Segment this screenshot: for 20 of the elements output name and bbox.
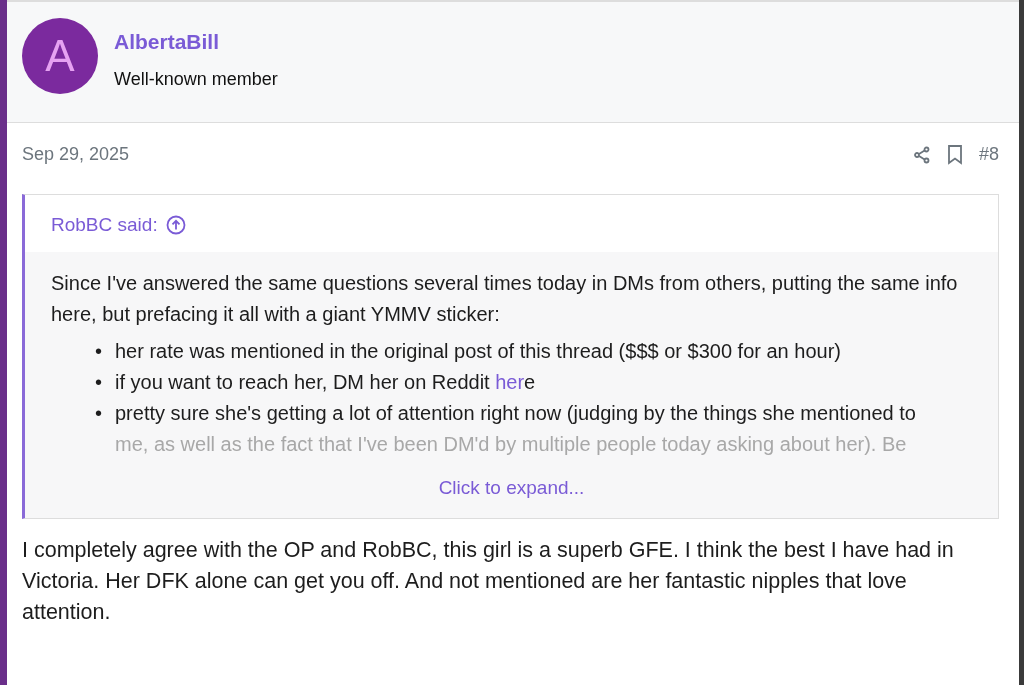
faded-text: me, as well as the fact that I've been DM'd by multiple people today asking about her). Be	[115, 431, 908, 457]
quote-attribution-link[interactable]: RobBC said:	[51, 211, 158, 240]
share-icon[interactable]	[912, 145, 931, 164]
expand-link[interactable]: Click to expand...	[25, 459, 998, 518]
username-link[interactable]: AlbertaBill	[114, 26, 278, 58]
post-number-link[interactable]: #8	[978, 141, 999, 168]
bullet: •	[95, 400, 103, 426]
quote-paragraph: Since I've answered the same questions several times today in DMs from others, putting the same info here, but prefacing it all with a giant YMMV sticker:	[51, 270, 959, 327]
list-item-text: pretty sure she's getting a lot of attention right now (judging by the things she mentioned to	[115, 401, 916, 424]
bullet: •	[95, 338, 103, 364]
avatar: A	[22, 18, 98, 94]
jump-up-icon[interactable]	[165, 215, 186, 236]
user-title: Well-known member	[114, 67, 278, 91]
post-date: Sep 29, 2025	[22, 143, 130, 166]
bullet: •	[95, 369, 103, 395]
list-item-text: her rate was mentioned in the original post of this thread ($$$ or $300 for an hour)	[115, 339, 841, 362]
list-item-text: if you want to reach her, DM her on Reddit here	[115, 370, 536, 393]
post-body-text: I completely agree with the OP and RobBC, this girl is a superb GFE. I think the best I have had in Victoria. Her DFK alone can get you off. And not mentioned are her fantastic nipples that love attention.	[21, 537, 955, 626]
bookmark-icon[interactable]	[946, 144, 963, 165]
reddit-link[interactable]: her	[495, 370, 525, 393]
